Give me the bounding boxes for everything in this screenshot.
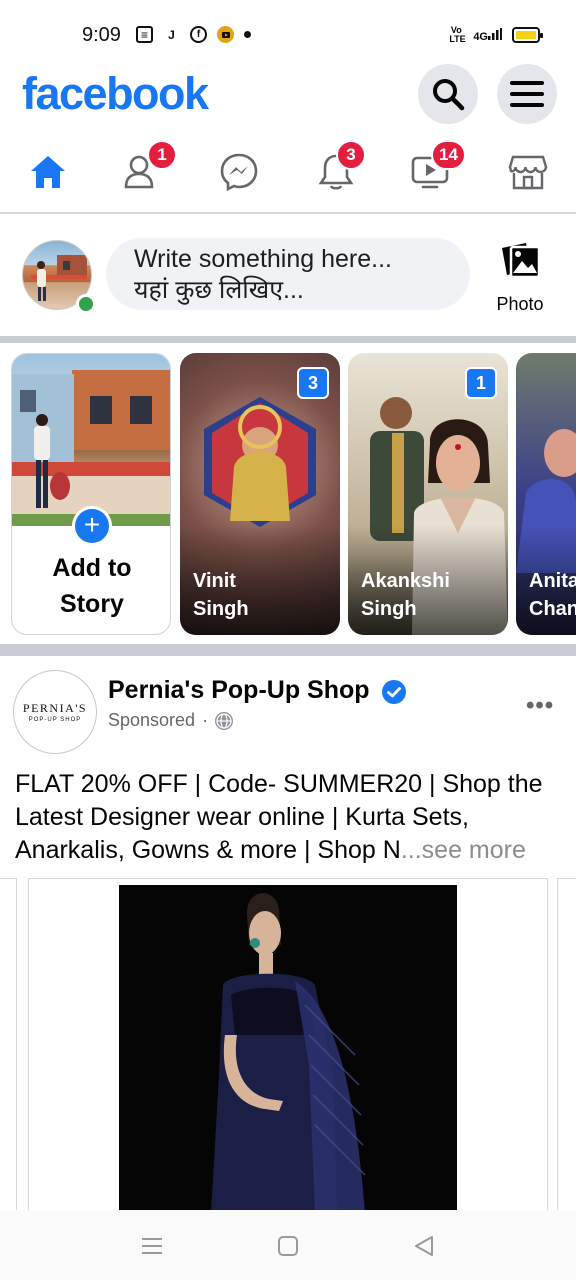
dot-icon [244, 31, 251, 38]
story-author: Akankshi Singh [361, 570, 450, 620]
post-header: PERNIA'S POP-UP SHOP Pernia's Pop-Up Sho… [0, 656, 576, 760]
tab-watch[interactable]: 14 [390, 140, 470, 204]
search-icon [433, 79, 465, 111]
facebook-logo[interactable]: facebook [22, 68, 209, 120]
status-bar: 9:09 ≡ J f Vo LTE 4G [0, 0, 576, 64]
separator: · [202, 710, 209, 730]
page-name[interactable]: Pernia's Pop-Up Shop [108, 676, 370, 705]
stories-tray: + Add to Story 3 Vinit Singh 1 Akankshi … [0, 343, 576, 644]
composer-placeholder-hi: यहां कुछ लिखिए... [134, 276, 304, 304]
story-author: Vinit Singh [193, 570, 249, 620]
section-divider [0, 336, 576, 343]
product-carousel[interactable] [0, 876, 576, 1210]
menu-lines-icon [142, 1238, 162, 1254]
tab-notifications[interactable]: 3 [296, 140, 376, 204]
photo-button[interactable]: Photo [488, 240, 552, 320]
watch-badge: 14 [431, 140, 466, 170]
messenger-icon [220, 153, 258, 192]
tab-messenger[interactable] [199, 140, 279, 204]
verified-badge-icon [382, 680, 406, 704]
facebook-icon: f [190, 26, 207, 43]
post-composer: Write something here... यहां कुछ लिखिए..… [0, 214, 576, 336]
friends-badge: 1 [147, 140, 177, 170]
system-nav-bar [0, 1210, 576, 1280]
sponsored-label: Sponsored [108, 710, 196, 730]
square-icon [278, 1236, 298, 1256]
clock: 9:09 [82, 24, 121, 46]
composer-placeholder-en: Write something here... [134, 245, 392, 273]
search-button[interactable] [418, 64, 478, 124]
notifications-badge: 3 [336, 140, 366, 170]
story-count-badge: 1 [465, 367, 497, 399]
main-nav: 1 3 14 [0, 140, 576, 212]
sponsored-line: Sponsored · [108, 710, 234, 731]
globe-icon [215, 711, 234, 730]
story-author: Anita Chan [529, 570, 576, 620]
home-button[interactable] [274, 1232, 302, 1260]
section-divider [0, 644, 576, 656]
tab-marketplace[interactable] [488, 140, 568, 204]
menu-button[interactable] [497, 64, 557, 124]
online-status-dot [76, 294, 96, 314]
composer-input[interactable]: Write something here... यहां कुछ लिखिए..… [106, 238, 470, 310]
post-text: FLAT 20% OFF | Code- SUMMER20 | Shop the… [15, 768, 563, 867]
carousel-card[interactable] [28, 878, 548, 1210]
home-icon [31, 156, 65, 188]
back-button[interactable] [410, 1232, 438, 1260]
story-count-badge: 3 [297, 367, 329, 399]
back-triangle-icon [415, 1236, 433, 1256]
add-story-photo [12, 354, 170, 526]
tab-friends[interactable]: 1 [104, 140, 184, 204]
story-card[interactable]: 3 Vinit Singh [180, 353, 340, 635]
see-more-link[interactable]: ...see more [401, 836, 526, 864]
recents-button[interactable] [138, 1232, 166, 1260]
marketplace-icon [508, 155, 548, 190]
more-options-button[interactable]: ••• [526, 692, 554, 720]
youtube-icon [217, 26, 234, 43]
carousel-card[interactable] [0, 878, 17, 1210]
tab-home[interactable] [8, 140, 88, 204]
news-icon: ≡ [136, 26, 153, 43]
photo-label: Photo [496, 294, 544, 314]
battery-icon [512, 27, 543, 43]
carousel-card[interactable] [557, 878, 576, 1210]
story-card[interactable]: 1 Akankshi Singh [348, 353, 508, 635]
j-app-icon: J [168, 27, 175, 42]
add-story-card[interactable]: + Add to Story [11, 353, 171, 635]
add-story-plus-icon[interactable]: + [72, 506, 112, 546]
volte-icon: Vo LTE [449, 25, 466, 44]
story-card[interactable]: Anita Chan [516, 353, 576, 635]
signal-icon: 4G [473, 27, 502, 43]
hamburger-icon [510, 81, 544, 107]
add-story-label: Add to Story [52, 554, 132, 618]
page-avatar[interactable]: PERNIA'S POP-UP SHOP [13, 670, 97, 754]
product-image[interactable] [119, 885, 457, 1210]
photo-icon [502, 243, 541, 279]
